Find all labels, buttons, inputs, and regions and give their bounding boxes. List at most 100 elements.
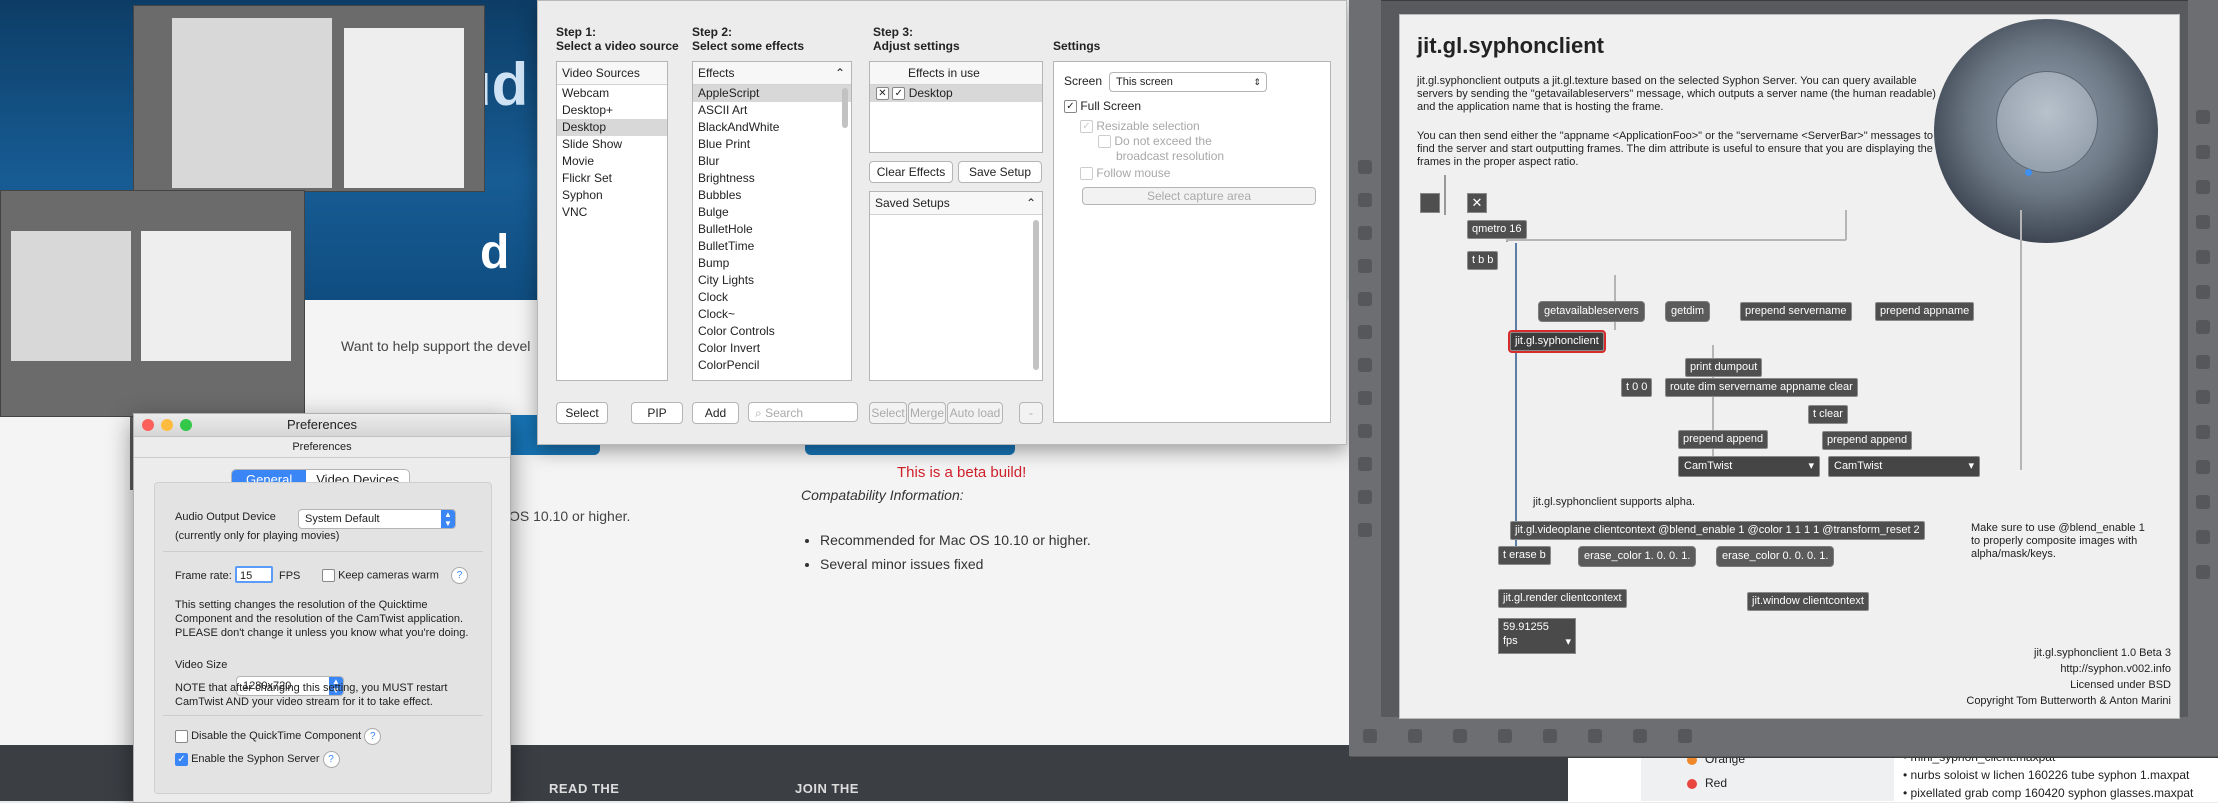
prepend-append-object[interactable]: prepend append [1678, 430, 1769, 449]
erase-color-red-message[interactable]: erase_color 1. 0. 0. 1. [1578, 546, 1697, 567]
list-item[interactable]: City Lights [693, 272, 851, 289]
toolbar-icon[interactable] [1358, 325, 1372, 339]
add-effect-button[interactable]: Add [692, 402, 739, 424]
toolbar-icon[interactable] [2196, 145, 2210, 159]
window-object[interactable]: jit.window clientcontext [1747, 592, 1869, 611]
server-menu-1[interactable]: CamTwist ▾ [1678, 456, 1820, 477]
toolbar-icon[interactable] [1498, 729, 1512, 743]
toolbar-icon[interactable] [1358, 292, 1372, 306]
toolbar-icon[interactable] [2196, 530, 2210, 544]
dial-icon[interactable] [1934, 19, 2158, 243]
list-item[interactable]: Clock [693, 289, 851, 306]
list-item[interactable]: Clock~ [693, 306, 851, 323]
videoplane-object[interactable]: jit.gl.videoplane clientcontext @blend_e… [1510, 521, 1925, 540]
minimize-icon[interactable] [161, 419, 173, 431]
list-item[interactable]: Movie [557, 153, 667, 170]
list-item[interactable]: VNC [557, 204, 667, 221]
list-item[interactable]: ✕ ✓ Desktop [870, 85, 1042, 102]
checkbox[interactable] [1098, 135, 1111, 149]
select-source-button[interactable]: Select [556, 402, 608, 424]
toolbar-icon[interactable] [2196, 355, 2210, 369]
toolbar-icon[interactable] [1358, 523, 1372, 537]
list-item[interactable]: Desktop [557, 119, 667, 136]
full-screen-option[interactable]: ✓ Full Screen [1064, 99, 1141, 114]
checkbox[interactable]: ✓ [175, 752, 188, 766]
list-item[interactable]: • nurbs soloist w lichen 160226 tube syp… [1903, 766, 2193, 784]
list-item[interactable]: BulletTime [693, 238, 851, 255]
enable-syphon-option[interactable]: ✓ Enable the Syphon Server ? [175, 751, 340, 768]
toolbar-icon[interactable] [1358, 391, 1372, 405]
help-icon[interactable]: ? [451, 567, 468, 584]
toolbar-icon[interactable] [2196, 390, 2210, 404]
list-item[interactable]: Brightness [693, 170, 851, 187]
syphonclient-object[interactable]: jit.gl.syphonclient [1508, 330, 1606, 353]
scrollbar[interactable] [842, 88, 848, 128]
toggle-button[interactable] [1420, 193, 1440, 213]
effects-in-use-list[interactable]: Effects in use ✕ ✓ Desktop [869, 61, 1043, 153]
list-item[interactable]: Syphon [557, 187, 667, 204]
toolbar-icon[interactable] [1358, 457, 1372, 471]
merge-button[interactable]: Merge [908, 402, 946, 424]
toolbar-icon[interactable] [1358, 358, 1372, 372]
server-menu-2[interactable]: CamTwist ▾ [1828, 456, 1980, 477]
enable-checkbox[interactable]: ✓ [892, 87, 906, 101]
prepend-servername-object[interactable]: prepend servername [1740, 302, 1852, 321]
checkbox[interactable] [175, 729, 188, 743]
toolbar-icon[interactable] [2196, 285, 2210, 299]
toolbar-icon[interactable] [1358, 490, 1372, 504]
toolbar-icon[interactable] [1678, 729, 1692, 743]
list-item[interactable]: Desktop+ [557, 102, 667, 119]
checkbox[interactable]: ✓ [1064, 100, 1077, 114]
list-item[interactable]: Webcam [557, 85, 667, 102]
tag-red[interactable]: Red [1687, 776, 1727, 790]
t00-object[interactable]: t 0 0 [1621, 378, 1653, 397]
disable-qt-option[interactable]: Disable the QuickTime Component ? [175, 728, 382, 745]
video-sources-list[interactable]: Video Sources Webcam Desktop+ Desktop Slide… [556, 61, 668, 381]
tbb-object[interactable]: t b b [1467, 251, 1499, 270]
saved-setups-list[interactable]: Saved Setups ⌃ [869, 191, 1043, 381]
toolbar-icon[interactable] [2196, 250, 2210, 264]
tclear-object[interactable]: t clear [1808, 405, 1848, 424]
search-input[interactable]: ⌕ Search [748, 402, 858, 422]
list-item[interactable]: Flickr Set [557, 170, 667, 187]
toolbar-icon[interactable] [1358, 259, 1372, 273]
erase-color-black-message[interactable]: erase_color 0. 0. 0. 1. [1716, 546, 1835, 567]
list-item[interactable]: Bump [693, 255, 851, 272]
clear-effects-button[interactable]: Clear Effects [869, 161, 953, 183]
list-item[interactable]: Bulge [693, 204, 851, 221]
effects-list[interactable]: Effects ⌃ AppleScript ASCII Art BlackAndWhi… [692, 61, 852, 381]
help-icon[interactable]: ? [364, 728, 382, 745]
toolbar-icon[interactable] [1633, 729, 1647, 743]
toolbar-icon[interactable] [1543, 729, 1557, 743]
audio-output-select[interactable]: System Default ▲ ▼ [298, 509, 456, 529]
toolbar-icon[interactable] [2196, 495, 2210, 509]
help-icon[interactable]: ? [322, 751, 340, 768]
screen-select[interactable]: This screen ⇕ [1109, 72, 1267, 92]
getdim-message[interactable]: getdim [1665, 301, 1711, 322]
terase-object[interactable]: t erase b [1498, 546, 1551, 565]
list-item[interactable]: ASCII Art [693, 102, 851, 119]
list-item[interactable]: Color Controls [693, 323, 851, 340]
route-object[interactable]: route dim servername appname clear [1665, 378, 1858, 397]
save-setup-button[interactable]: Save Setup [958, 161, 1042, 183]
keep-cameras-warm-option[interactable]: Keep cameras warm [322, 569, 439, 582]
checkbox[interactable]: ✓ [1080, 120, 1093, 134]
remove-checkbox[interactable]: ✕ [876, 87, 889, 101]
footer-link-read[interactable]: READ THE [549, 781, 619, 796]
pip-button[interactable]: PIP [631, 402, 683, 424]
follow-mouse-option[interactable]: Follow mouse [1080, 166, 1170, 181]
remove-setup-button[interactable]: - [1019, 402, 1043, 424]
print-dumpout-object[interactable]: print dumpout [1685, 358, 1763, 377]
toolbar-icon[interactable] [1358, 160, 1372, 174]
chevron-up-icon[interactable]: ⌃ [1026, 192, 1036, 214]
fps-menu[interactable]: fps ▾ [1499, 635, 1575, 648]
toolbar-icon[interactable] [1588, 729, 1602, 743]
do-not-exceed-option[interactable]: Do not exceed the [1098, 134, 1212, 149]
list-item[interactable]: Blur [693, 153, 851, 170]
list-item[interactable]: • pixellated grab comp 160420 syphon gla… [1903, 784, 2193, 802]
scrollbar[interactable] [1033, 220, 1039, 370]
list-item[interactable]: AppleScript [693, 85, 851, 102]
toolbar-icon[interactable] [2196, 215, 2210, 229]
render-object[interactable]: jit.gl.render clientcontext [1498, 589, 1627, 608]
toolbar-icon[interactable] [1358, 193, 1372, 207]
